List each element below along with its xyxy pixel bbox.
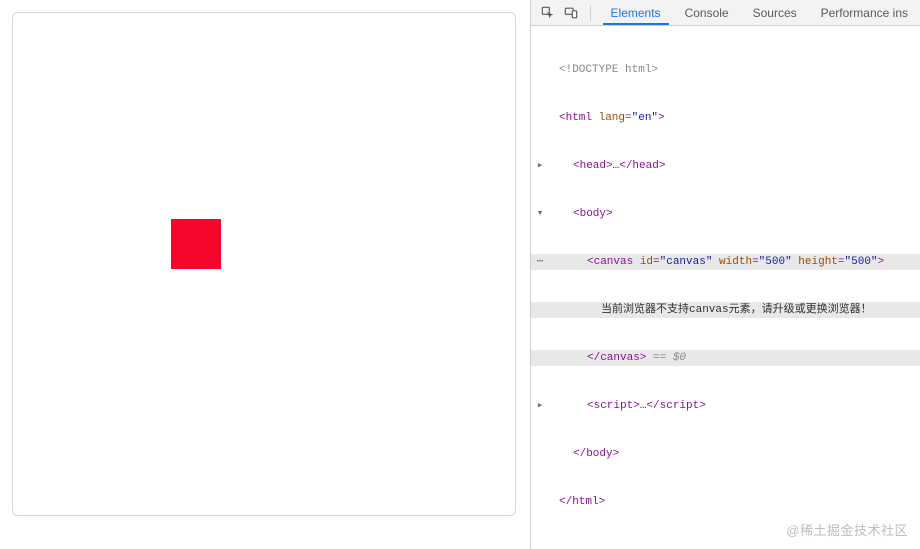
canvas-node-row[interactable]: ⋯<canvas id="canvas" width="500" height=… <box>531 254 920 270</box>
canvas-close-node[interactable]: </canvas> == $0 <box>545 350 920 366</box>
devtools-toolbar: Elements Console Sources Performance ins <box>531 0 920 26</box>
toolbar-separator <box>590 5 591 21</box>
device-toggle-icon[interactable] <box>560 3 581 23</box>
doctype-node[interactable]: <!DOCTYPE html> <box>545 62 920 78</box>
tab-performance[interactable]: Performance ins <box>809 0 920 25</box>
html-close-node[interactable]: </html> <box>545 494 920 510</box>
split-layout: Elements Console Sources Performance ins… <box>0 0 920 549</box>
expand-icon[interactable]: ▸ <box>535 398 545 414</box>
body-open-node[interactable]: <body> <box>545 206 920 222</box>
canvas-open-node[interactable]: <canvas id="canvas" width="500" height="… <box>545 254 920 270</box>
inspect-icon[interactable] <box>537 3 558 23</box>
dom-tree[interactable]: <!DOCTYPE html> <html lang="en"> ▸<head>… <box>531 26 920 542</box>
expand-icon[interactable]: ▸ <box>535 158 545 174</box>
devtools-panel: Elements Console Sources Performance ins… <box>530 0 920 549</box>
devtools-tabs: Elements Console Sources Performance ins <box>599 0 920 25</box>
collapse-icon[interactable]: ▾ <box>535 206 545 222</box>
red-square <box>171 219 221 269</box>
tab-elements[interactable]: Elements <box>599 0 673 25</box>
html-open-node[interactable]: <html lang="en"> <box>545 110 920 126</box>
canvas-text-node[interactable]: 当前浏览器不支持canvas元素，请升级或更换浏览器！ <box>545 302 920 318</box>
tab-sources[interactable]: Sources <box>741 0 809 25</box>
body-close-node[interactable]: </body> <box>545 446 920 462</box>
script-node[interactable]: <script>…</script> <box>545 398 920 414</box>
gutter-dots[interactable]: ⋯ <box>535 254 545 270</box>
tab-console[interactable]: Console <box>673 0 741 25</box>
page-viewport <box>0 0 530 549</box>
head-node[interactable]: <head>…</head> <box>545 158 920 174</box>
watermark: @稀土掘金技术社区 <box>786 520 908 539</box>
canvas-element[interactable] <box>12 12 516 516</box>
